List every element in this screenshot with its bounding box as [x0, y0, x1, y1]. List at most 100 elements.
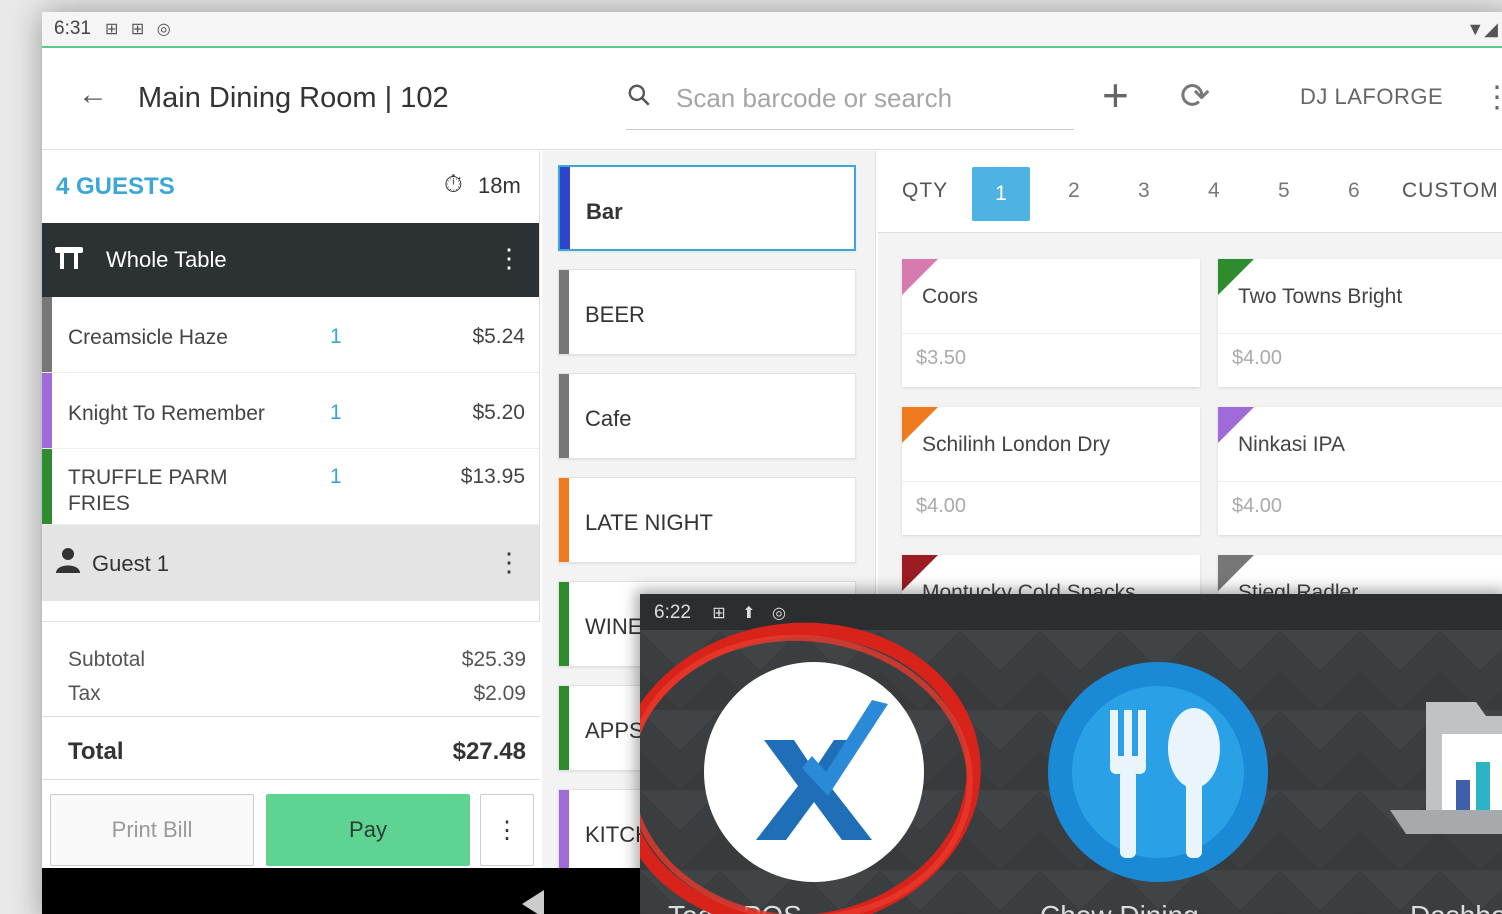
overlay-status-bar: 6:22 ⊞ ⬆ ◎ — [640, 594, 1502, 630]
product-tile[interactable]: Ninkasi IPA $4.00 — [1218, 407, 1502, 535]
category-color-bar — [559, 270, 569, 354]
whole-table-row[interactable]: Whole Table ⋮ — [42, 223, 539, 297]
search-icon — [628, 84, 650, 106]
x-check-icon[interactable] — [702, 660, 926, 889]
print-bill-button[interactable]: Print Bill — [50, 794, 254, 866]
whole-table-label: Whole Table — [106, 247, 227, 272]
category-color-bar — [559, 790, 569, 874]
more-actions-button[interactable]: ⋮ — [480, 794, 534, 866]
divider — [902, 481, 1200, 482]
signal-icon: ▼◢ — [1466, 19, 1498, 39]
total-value: $27.48 — [452, 738, 526, 765]
subtotal-value: $25.39 — [461, 648, 526, 671]
qty-custom[interactable]: CUSTOM — [1402, 179, 1499, 203]
status-bar: 6:31 ⊞ ⊞ ◎ ▼◢ — [42, 12, 1502, 48]
category-beer[interactable]: BEER — [558, 269, 856, 355]
guest-label: Guest 1 — [92, 551, 170, 576]
pay-button[interactable]: Pay — [266, 794, 470, 866]
folder-chart-icon[interactable] — [1386, 694, 1502, 859]
divider — [1218, 481, 1502, 482]
divider — [1218, 333, 1502, 334]
total-label: Total — [68, 738, 124, 765]
qty-option-6[interactable]: 6 — [1348, 179, 1360, 203]
user-name[interactable]: DJ LAFORGE — [1300, 84, 1443, 110]
refresh-icon[interactable]: ⟳ — [1180, 78, 1210, 114]
category-label: Cafe — [585, 406, 632, 431]
product-tile[interactable]: Schilinh London Dry $4.00 — [902, 407, 1200, 535]
product-price: $3.50 — [916, 347, 967, 369]
order-actions: Print Bill Pay ⋮ — [42, 779, 540, 871]
product-name: Coors — [922, 285, 979, 308]
product-price: $4.00 — [916, 495, 967, 517]
category-color-bar — [560, 167, 570, 249]
item-qty: 1 — [330, 465, 342, 488]
category-color-bar — [559, 374, 569, 458]
person-icon — [56, 547, 80, 580]
category-label: BEER — [585, 302, 645, 327]
guests-count[interactable]: 4 GUESTS — [56, 173, 175, 201]
category-color-bar — [559, 582, 569, 666]
order-item[interactable]: TRUFFLE PARM FRIES 1 $13.95 — [42, 449, 539, 525]
divider — [42, 716, 540, 717]
app-label: Dashboard — [1410, 900, 1502, 914]
order-item[interactable]: Knight To Remember 1 $5.20 — [42, 373, 539, 449]
nav-back-icon[interactable] — [522, 890, 544, 914]
product-name: Schilinh London Dry — [922, 433, 1110, 456]
order-panel: 4 GUESTS ⏱ 18m Whole Table ⋮ Creamsicle … — [42, 151, 540, 871]
category-color-bar — [559, 478, 569, 562]
timer-value: 18m — [478, 173, 521, 198]
category-label: LATE NIGHT — [585, 510, 713, 535]
item-color-bar — [42, 297, 52, 372]
qty-option-5[interactable]: 5 — [1278, 179, 1290, 203]
status-time: 6:31 — [54, 18, 91, 39]
subtotal-label: Subtotal — [68, 648, 146, 671]
app-label: Chow Dining — [1040, 900, 1199, 914]
order-item[interactable]: Creamsicle Haze 1 $5.24 — [42, 297, 539, 373]
tax-value: $2.09 — [473, 682, 526, 705]
search-input[interactable] — [676, 80, 1066, 116]
tax-label: Tax — [68, 682, 101, 705]
overlay-time: 6:22 — [654, 602, 691, 623]
back-arrow-icon[interactable]: ← — [78, 78, 108, 112]
category-bar[interactable]: Bar — [558, 165, 856, 251]
item-name: Creamsicle Haze — [68, 326, 228, 349]
qty-option-1[interactable]: 1 — [972, 167, 1030, 221]
app-bar: ← Main Dining Room | 102 + ⟳ DJ LAFORGE … — [42, 50, 1502, 150]
overflow-menu-icon[interactable]: ⋮ — [1482, 80, 1502, 115]
category-cafe[interactable]: Cafe — [558, 373, 856, 459]
item-color-bar — [42, 373, 52, 448]
category-late-night[interactable]: LATE NIGHT — [558, 477, 856, 563]
guest-row[interactable]: Guest 1 ⋮ — [42, 525, 539, 601]
app-label: Toast POS — [668, 900, 802, 914]
search-box[interactable] — [626, 74, 1074, 130]
qty-selector: QTY 1 2 3 4 5 6 CUSTOM — [878, 151, 1502, 233]
table-more-icon[interactable]: ⋮ — [496, 243, 522, 274]
product-tile[interactable]: Two Towns Bright $4.00 — [1218, 259, 1502, 387]
item-name: Knight To Remember — [68, 402, 265, 425]
item-qty: 1 — [330, 325, 342, 348]
product-name: Two Towns Bright — [1238, 285, 1403, 308]
category-label: Bar — [586, 199, 623, 224]
timer-icon: ⏱ — [444, 171, 463, 198]
overlay-status-icons: ⊞ ⬆ ◎ — [712, 605, 792, 622]
item-color-bar — [42, 449, 52, 524]
divider — [902, 333, 1200, 334]
launcher-overlay: 6:22 ⊞ ⬆ ◎ Toast POS Chow Dining — [640, 594, 1502, 914]
category-color-bar — [559, 686, 569, 770]
item-price: $13.95 — [460, 465, 525, 488]
category-label: WINE — [585, 614, 643, 639]
qty-option-3[interactable]: 3 — [1138, 179, 1150, 203]
guests-header: 4 GUESTS ⏱ 18m — [42, 151, 539, 223]
totals-section: Subtotal $25.39 Tax $2.09 Total $27.48 — [42, 621, 540, 791]
table-icon — [54, 245, 84, 278]
product-tile[interactable]: Coors $3.50 — [902, 259, 1200, 387]
product-price: $4.00 — [1232, 495, 1283, 517]
guest-more-icon[interactable]: ⋮ — [496, 547, 522, 578]
fork-spoon-icon[interactable] — [1046, 660, 1270, 889]
qty-option-4[interactable]: 4 — [1208, 179, 1220, 203]
item-price: $5.24 — [472, 325, 525, 348]
add-icon[interactable]: + — [1102, 72, 1129, 118]
qty-option-2[interactable]: 2 — [1068, 179, 1080, 203]
status-icons: ⊞ ⊞ ◎ — [104, 21, 175, 38]
item-price: $5.20 — [472, 401, 525, 424]
